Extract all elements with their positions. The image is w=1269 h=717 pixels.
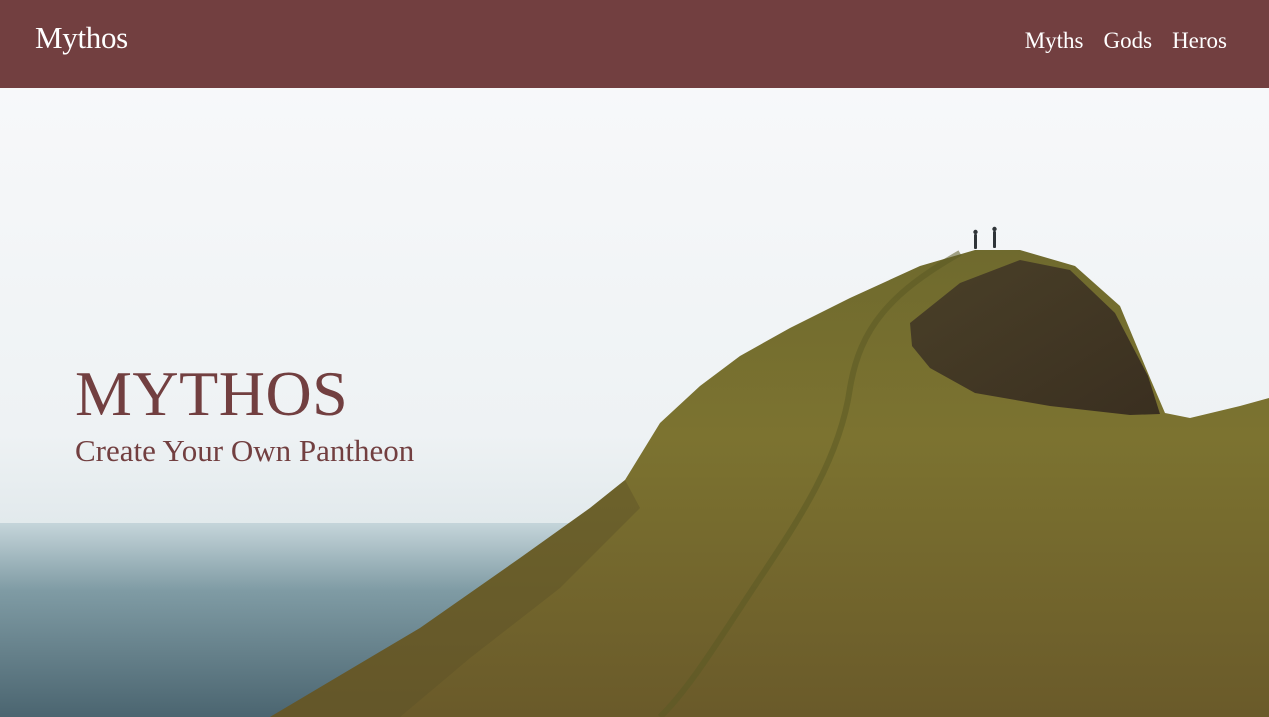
nav-menu: Myths Gods Heros (1025, 28, 1227, 54)
nav-link-myths[interactable]: Myths (1025, 28, 1084, 53)
nav-item-heros: Heros (1172, 28, 1227, 54)
nav-link-gods[interactable]: Gods (1104, 28, 1153, 53)
nav-item-gods: Gods (1104, 28, 1153, 54)
top-navbar: Mythos Myths Gods Heros (0, 0, 1269, 88)
hero-text-block: MYTHOS Create Your Own Pantheon (75, 362, 414, 468)
nav-item-myths: Myths (1025, 28, 1084, 54)
nav-link-heros[interactable]: Heros (1172, 28, 1227, 53)
hero-title: MYTHOS (75, 358, 349, 429)
hero-subtitle: Create Your Own Pantheon (75, 433, 415, 468)
brand-logo-link[interactable]: Mythos (35, 20, 128, 56)
hero-section: MYTHOS Create Your Own Pantheon (0, 88, 1269, 717)
